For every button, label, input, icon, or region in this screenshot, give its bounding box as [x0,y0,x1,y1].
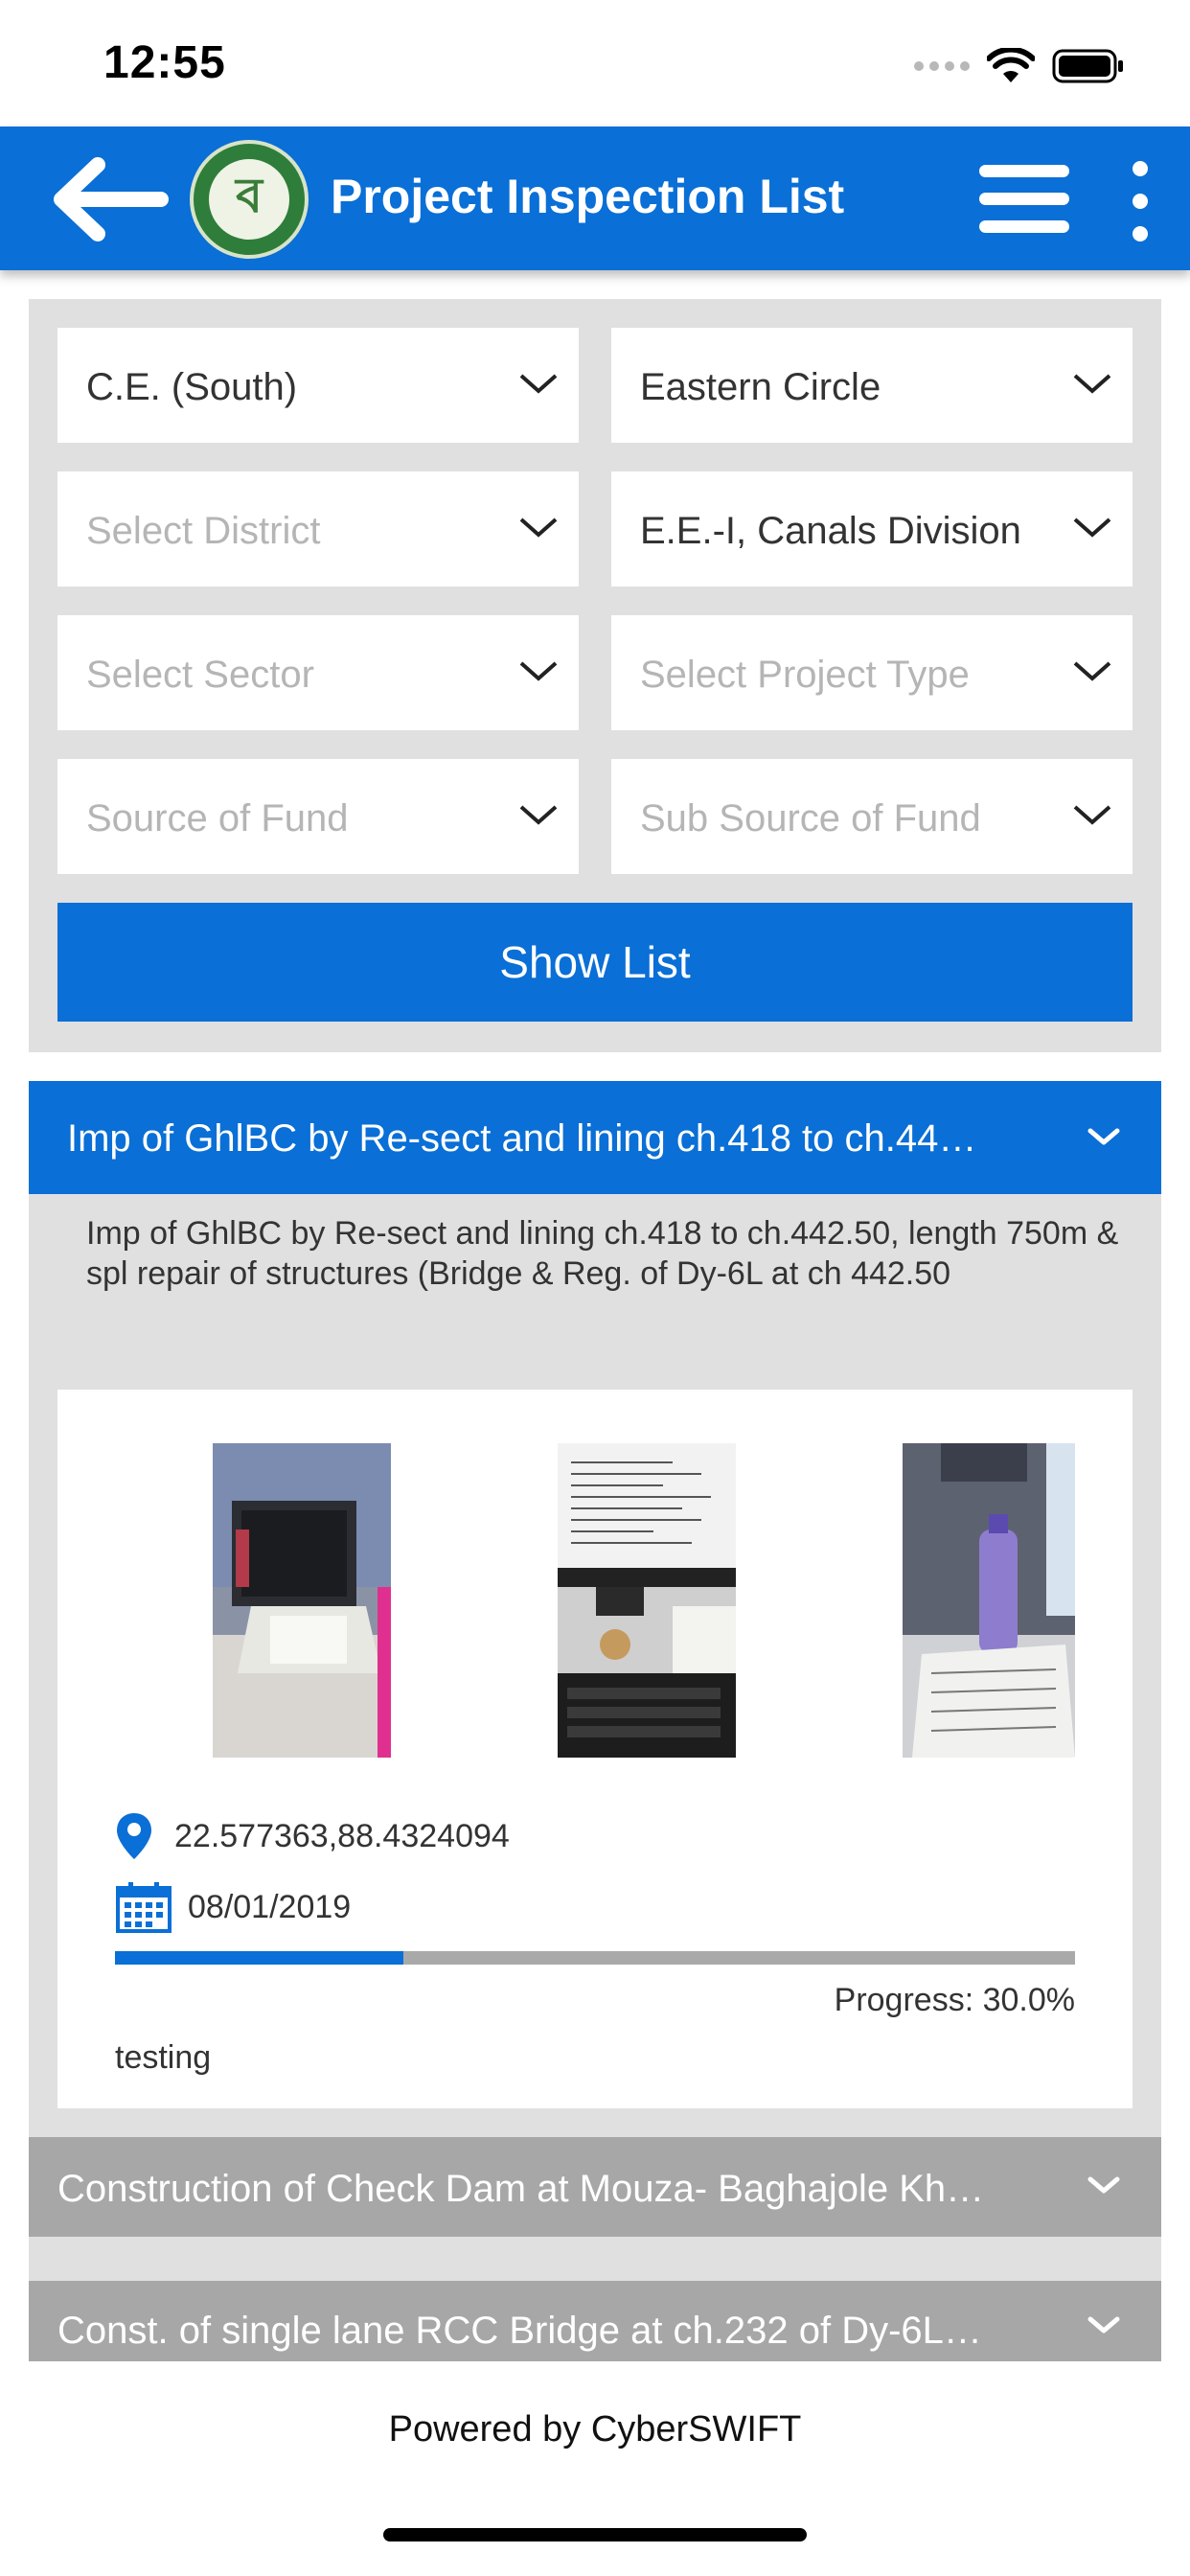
chevron-down-icon [1087,1128,1120,1145]
page-title: Project Inspection List [331,170,845,223]
project-title: Const. of single lane RCC Bridge at ch.2… [57,2310,982,2352]
wifi-icon [987,48,1035,82]
coordinates-text: 22.577363,88.4324094 [174,1817,510,1854]
chief-engineer-select[interactable]: C.E. (South) [57,328,579,443]
chevron-down-icon [519,374,558,394]
date-row: 08/01/2019 [115,1880,351,1934]
division-value: E.E.-I, Canals Division [640,510,1021,552]
project-title: Construction of Check Dam at Mouza- Bagh… [57,2168,985,2210]
chevron-down-icon [1087,2316,1120,2334]
status-time: 12:55 [103,37,226,88]
more-options-icon[interactable] [1127,161,1154,242]
sector-placeholder: Select Sector [86,654,314,696]
govt-logo: ব [190,140,309,259]
remarks-text: testing [115,2039,212,2076]
accordion-spacer [29,2237,1161,2281]
circle-select[interactable]: Eastern Circle [611,328,1133,443]
circle-value: Eastern Circle [640,366,881,408]
app-bar: ব Project Inspection List [0,126,1190,270]
project-accordion-body: Imp of GhlBC by Re-sect and lining ch.41… [29,1194,1161,2137]
fund-source-placeholder: Source of Fund [86,797,349,840]
fund-source-select[interactable]: Source of Fund [57,759,579,874]
inspection-photo-keyboard[interactable] [558,1443,736,1758]
progress-bar [115,1951,1075,1965]
progress-bar-fill [115,1951,403,1965]
inspection-photo-bottle[interactable] [903,1443,1075,1758]
battery-icon [1052,49,1123,83]
signal-icon [914,61,970,71]
logo-emblem: ব [206,156,292,242]
chief-engineer-value: C.E. (South) [86,366,298,408]
project-description: Imp of GhlBC by Re-sect and lining ch.41… [86,1215,1119,1292]
chevron-down-icon [1073,805,1111,825]
chevron-down-icon [1087,2176,1120,2194]
inspection-card: 22.577363,88.4324094 08/01/2019 Progress… [57,1390,1133,2108]
chevron-down-icon [519,518,558,538]
sub-fund-source-select[interactable]: Sub Source of Fund [611,759,1133,874]
progress-label: Progress: 30.0% [834,1982,1075,2018]
inspection-date: 08/01/2019 [188,1888,352,1925]
project-type-select[interactable]: Select Project Type [611,615,1133,730]
sub-fund-source-placeholder: Sub Source of Fund [640,797,981,840]
chevron-down-icon [1073,374,1111,394]
footer-credit: Powered by CyberSWIFT [388,2409,802,2450]
project-type-placeholder: Select Project Type [640,654,970,696]
project-accordion-header[interactable]: Const. of single lane RCC Bridge at ch.2… [29,2281,1161,2361]
location-row: 22.577363,88.4324094 [115,1811,510,1861]
district-placeholder: Select District [86,510,321,552]
location-pin-icon [117,1813,151,1859]
project-accordion-header[interactable]: Imp of GhlBC by Re-sect and lining ch.41… [29,1081,1161,1194]
project-accordion-header[interactable]: Construction of Check Dam at Mouza- Bagh… [29,2137,1161,2237]
project-title: Imp of GhlBC by Re-sect and lining ch.41… [67,1117,977,1160]
status-bar: 12:55 [0,0,1190,126]
hamburger-menu-icon[interactable] [979,165,1069,234]
home-indicator [383,2528,807,2542]
division-select[interactable]: E.E.-I, Canals Division [611,472,1133,586]
filter-panel: C.E. (South) Eastern Circle Select Distr… [29,299,1161,1052]
inspection-photo-laptop[interactable] [213,1443,391,1758]
chevron-down-icon [1073,661,1111,681]
district-select[interactable]: Select District [57,472,579,586]
chevron-down-icon [1073,518,1111,538]
calendar-icon [116,1882,172,1933]
back-arrow-icon[interactable] [46,153,171,245]
status-icons [914,48,1125,84]
chevron-down-icon [519,661,558,681]
chevron-down-icon [519,805,558,825]
sector-select[interactable]: Select Sector [57,615,579,730]
show-list-button[interactable]: Show List [57,903,1133,1022]
